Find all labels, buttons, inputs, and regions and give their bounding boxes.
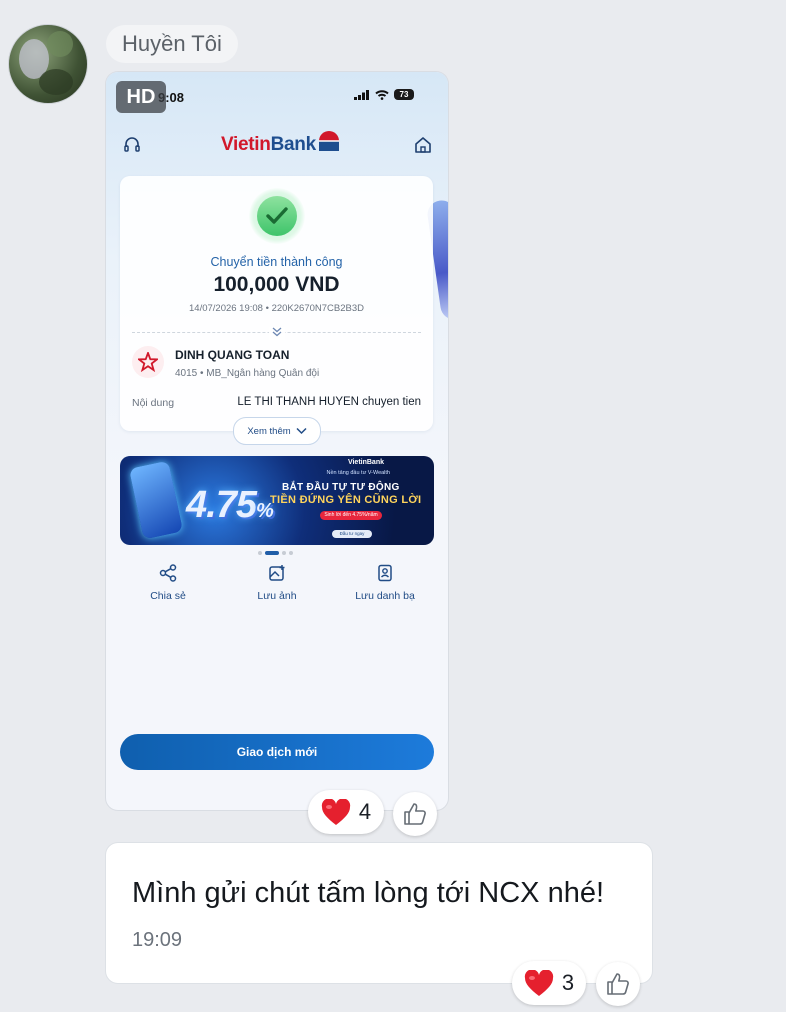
save-contact-label: Lưu danh bạ — [355, 590, 415, 602]
message-like-button[interactable] — [596, 962, 640, 1006]
message-text: Mình gửi chút tấm lòng tới NCX nhé! — [132, 877, 605, 909]
hd-badge[interactable]: HD — [116, 81, 166, 113]
transfer-status: Chuyển tiền thành công — [210, 255, 343, 269]
photo-reaction-count: 4 — [358, 799, 372, 824]
sender-avatar[interactable] — [8, 24, 88, 104]
logo-text: VietinBank — [221, 134, 316, 156]
contact-book-icon — [378, 564, 392, 582]
carousel-dot-active — [265, 551, 279, 555]
message-heart-reaction[interactable]: 3 — [512, 961, 586, 1005]
content-label: Nội dung — [132, 397, 175, 409]
heart-icon — [524, 969, 554, 996]
double-chevron-down-icon — [269, 327, 285, 340]
banner-brand: VietinBank — [347, 459, 384, 466]
success-halo — [249, 188, 305, 244]
carousel-dot — [258, 551, 262, 555]
carousel-dot — [282, 551, 286, 555]
transfer-amount: 100,000 VND — [213, 273, 340, 296]
photo-like-button[interactable] — [393, 792, 437, 836]
home-icon[interactable] — [413, 135, 433, 155]
banner-rate-pill: Sinh lời đến 4.75%/năm — [320, 511, 382, 520]
recipient-account: 4015 • MB_Ngân hàng Quân đội — [175, 368, 320, 379]
avatar-leaf-blob — [47, 31, 73, 57]
save-image-action[interactable]: Lưu ảnh — [232, 564, 322, 602]
banner-rate: 4.75% — [186, 484, 274, 527]
photo-message[interactable]: HD 9:08 73 VietinBank Chuyển tiền thành … — [106, 72, 448, 810]
recipient-name: DINH QUANG TOAN — [175, 348, 290, 362]
content-value: LE THI THANH HUYEN chuyen tien — [237, 396, 421, 408]
show-more-button[interactable]: Xem thêm — [233, 417, 321, 445]
banner-tagline: TIỀN ĐỨNG YÊN CŨNG LỜI — [270, 494, 422, 506]
logo-text-b: Bank — [270, 134, 317, 155]
success-check-icon — [257, 196, 297, 236]
banner-rate-value: 4.75 — [186, 484, 257, 526]
logo-mark-icon — [318, 131, 339, 151]
transaction-meta: 14/07/2026 19:08 • 220K2670N7CB2B3D — [189, 303, 364, 314]
share-label: Chia sẻ — [150, 590, 186, 602]
save-image-label: Lưu ảnh — [257, 590, 297, 602]
message-reaction-count: 3 — [561, 970, 575, 995]
chevron-down-icon — [296, 427, 307, 435]
carousel-dot — [289, 551, 293, 555]
logo-text-a: Vietin — [221, 134, 271, 155]
save-contact-action[interactable]: Lưu danh bạ — [340, 564, 430, 602]
carousel-dots[interactable] — [258, 551, 293, 555]
avatar-shadow-blob — [39, 69, 73, 95]
heart-icon — [321, 798, 351, 825]
thumbs-up-icon — [404, 803, 426, 825]
share-icon — [159, 564, 177, 582]
save-image-icon — [269, 565, 285, 581]
status-icons: 73 — [354, 89, 414, 100]
banner-headline: BẮT ĐẦU TỰ TƯ ĐỘNG — [282, 482, 400, 493]
sender-name[interactable]: Huyền Tôi — [106, 25, 238, 63]
show-more-label: Xem thêm — [247, 425, 291, 437]
share-action[interactable]: Chia sẻ — [123, 564, 213, 602]
promo-banner[interactable]: 4.75% VietinBank Nền tảng đầu tư V-Wealt… — [120, 456, 434, 545]
banner-subtitle: Nền tảng đầu tư V-Wealth — [326, 470, 390, 476]
headset-icon[interactable] — [122, 135, 142, 155]
recipient-bank-logo-icon — [132, 346, 164, 378]
vietinbank-logo: VietinBank — [221, 131, 341, 156]
photo-heart-reaction[interactable]: 4 — [308, 790, 384, 834]
message-time: 19:09 — [132, 929, 183, 951]
banner-phone-graphic — [128, 460, 184, 540]
banner-cta-pill: Đầu tư ngay — [332, 530, 372, 538]
thumbs-up-icon — [607, 973, 629, 995]
new-transaction-button[interactable]: Giao dịch mới — [120, 734, 434, 770]
signal-icon — [354, 89, 369, 100]
battery-indicator: 73 — [394, 89, 414, 100]
wifi-icon — [375, 89, 389, 100]
receipt-card: Chuyển tiền thành công 100,000 VND 14/07… — [120, 176, 433, 431]
